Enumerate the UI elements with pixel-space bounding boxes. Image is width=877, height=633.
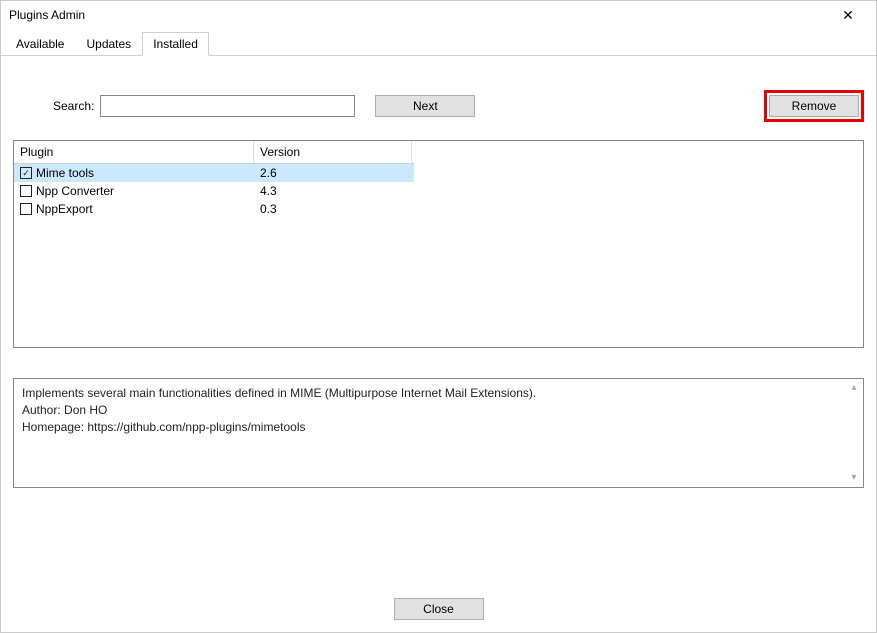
row-checkbox[interactable] <box>20 185 32 197</box>
remove-highlight: Remove <box>764 90 864 122</box>
next-button[interactable]: Next <box>375 95 475 117</box>
plugin-version: 4.3 <box>254 182 412 200</box>
tab-available[interactable]: Available <box>5 32 75 56</box>
plugin-name: Npp Converter <box>36 184 114 198</box>
table-row[interactable]: Npp Converter 4.3 <box>14 182 414 200</box>
window-close-button[interactable]: ✕ <box>830 3 866 27</box>
list-body: ✓ Mime tools 2.6 Npp Converter 4.3 <box>14 164 414 218</box>
footer: Close <box>1 598 876 620</box>
tabs: Available Updates Installed <box>1 31 876 56</box>
tab-updates[interactable]: Updates <box>75 32 142 56</box>
search-input[interactable] <box>100 95 355 117</box>
column-header-plugin[interactable]: Plugin <box>14 141 254 163</box>
description-author: Author: Don HO <box>22 402 855 419</box>
table-row[interactable]: ✓ Mime tools 2.6 <box>14 164 414 182</box>
description-scrollbar: ▴ ▾ <box>847 381 861 485</box>
scroll-up-icon[interactable]: ▴ <box>851 381 856 395</box>
plugin-version: 0.3 <box>254 200 412 218</box>
list-header: Plugin Version <box>14 141 414 164</box>
close-button[interactable]: Close <box>394 598 484 620</box>
table-row[interactable]: NppExport 0.3 <box>14 200 414 218</box>
plugin-name: Mime tools <box>36 166 94 180</box>
plugins-admin-dialog: Plugins Admin ✕ Available Updates Instal… <box>0 0 877 633</box>
row-checkbox[interactable]: ✓ <box>20 167 32 179</box>
titlebar: Plugins Admin ✕ <box>1 1 876 29</box>
content-area: Search: Next Remove Plugin Version ✓ Mim… <box>1 90 876 488</box>
row-checkbox[interactable] <box>20 203 32 215</box>
tab-installed[interactable]: Installed <box>142 32 209 56</box>
plugin-version: 2.6 <box>254 164 412 182</box>
close-icon: ✕ <box>842 7 854 24</box>
description-line: Implements several main functionalities … <box>22 385 855 402</box>
column-header-version[interactable]: Version <box>254 141 412 163</box>
plugin-list: Plugin Version ✓ Mime tools 2.6 <box>13 140 864 348</box>
description-panel: Implements several main functionalities … <box>13 378 864 488</box>
scroll-down-icon[interactable]: ▾ <box>851 471 856 485</box>
plugin-name: NppExport <box>36 202 93 216</box>
search-label: Search: <box>53 99 94 113</box>
remove-button[interactable]: Remove <box>769 95 859 117</box>
search-row: Search: Next Remove <box>13 90 864 122</box>
window-title: Plugins Admin <box>9 8 85 22</box>
description-homepage: Homepage: https://github.com/npp-plugins… <box>22 419 855 436</box>
